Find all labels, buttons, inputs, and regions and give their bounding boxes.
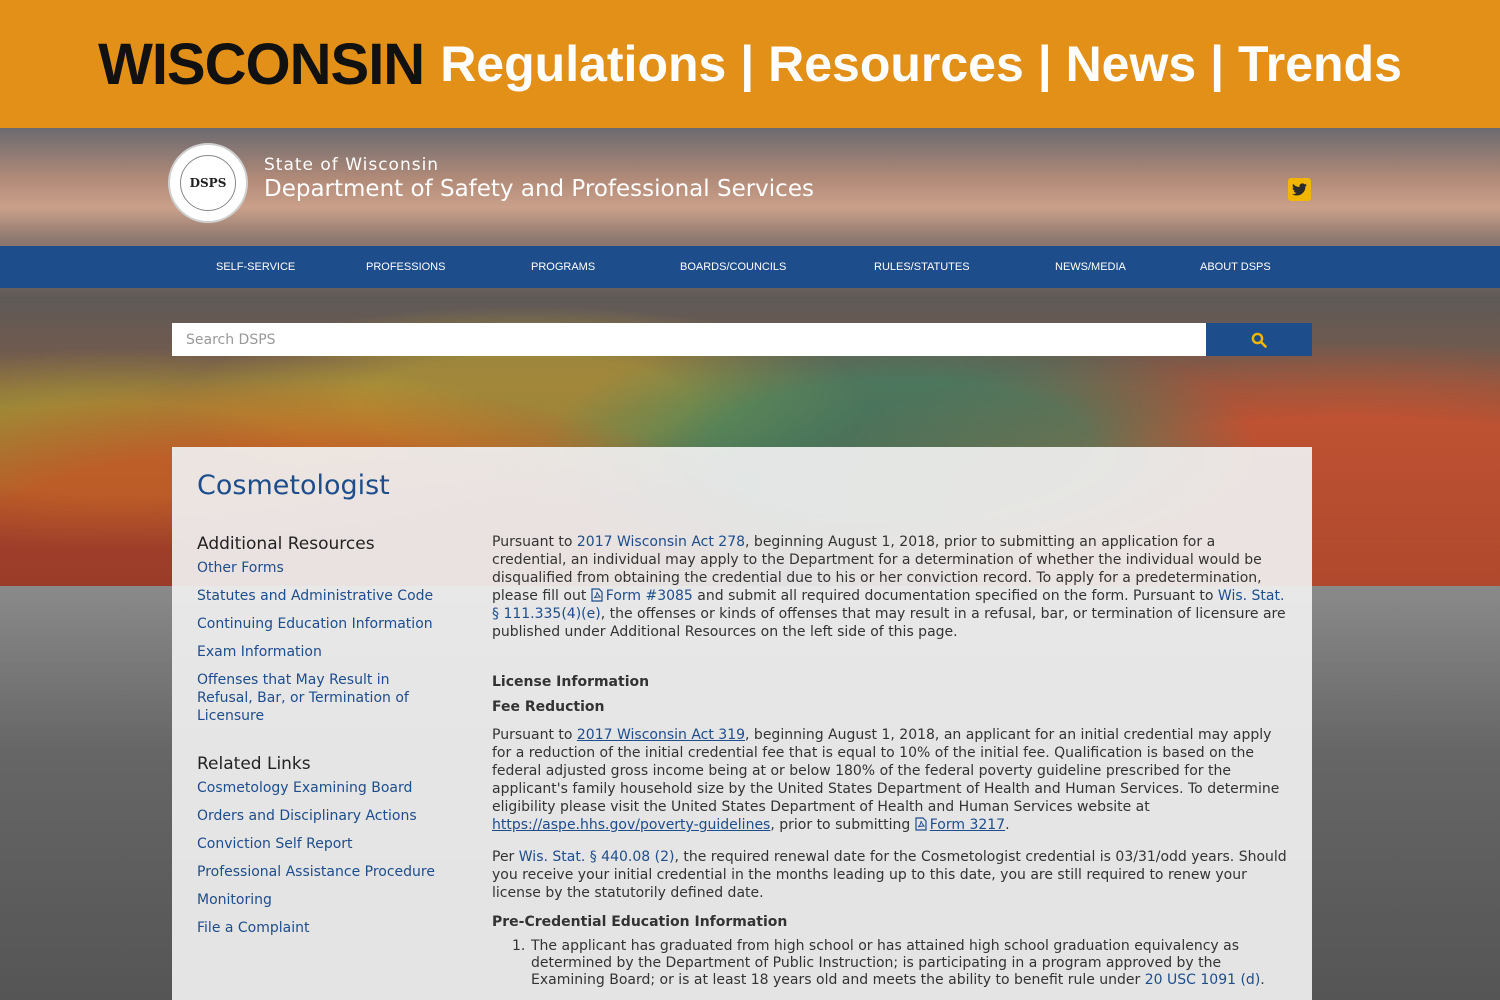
sidebar-link-orders-disciplinary[interactable]: Orders and Disciplinary Actions [197, 807, 447, 825]
fee-reduction-paragraph: Pursuant to 2017 Wisconsin Act 319, begi… [492, 726, 1287, 834]
pdf-icon [915, 817, 927, 831]
link-act-319[interactable]: 2017 Wisconsin Act 319 [577, 727, 745, 743]
sidebar-link-file-complaint[interactable]: File a Complaint [197, 919, 447, 937]
additional-resources-heading: Additional Resources [197, 534, 375, 554]
link-form-3085[interactable]: Form #3085 [606, 588, 693, 604]
nav-about-dsps[interactable]: ABOUT DSPS [1200, 246, 1271, 288]
license-information-heading: License Information [492, 674, 650, 690]
dsps-seal-logo[interactable]: DSPS [168, 143, 248, 223]
banner-state: WISCONSIN [98, 31, 425, 97]
link-form-3217[interactable]: Form 3217 [930, 817, 1005, 833]
sidebar-link-offenses[interactable]: Offenses that May Result in Refusal, Bar… [197, 671, 427, 725]
list-item-number: 1. [512, 938, 526, 954]
link-wis-stat-440[interactable]: Wis. Stat. § 440.08 (2) [519, 849, 675, 865]
link-act-278[interactable]: 2017 Wisconsin Act 278 [577, 534, 745, 550]
intro-paragraph: Pursuant to 2017 Wisconsin Act 278, begi… [492, 533, 1287, 641]
sidebar-link-monitoring[interactable]: Monitoring [197, 891, 447, 909]
sidebar-link-professional-assistance[interactable]: Professional Assistance Procedure [197, 863, 447, 881]
search-input[interactable] [172, 323, 1206, 356]
twitter-bird-icon [1292, 183, 1307, 196]
pre-credential-list: 1. The applicant has graduated from high… [512, 938, 1287, 989]
intro-text-4: , the offenses or kinds of offenses that… [492, 606, 1286, 640]
sidebar-link-exam-information[interactable]: Exam Information [197, 643, 447, 661]
nav-rules-statutes[interactable]: RULES/STATUTES [874, 246, 970, 288]
nav-boards-councils[interactable]: BOARDS/COUNCILS [680, 246, 786, 288]
list-item-text: The applicant has graduated from high sc… [531, 938, 1240, 988]
fee-text-1: Pursuant to [492, 727, 577, 743]
intro-text-1: Pursuant to [492, 534, 577, 550]
nav-professions[interactable]: PROFESSIONS [366, 246, 445, 288]
search-button[interactable] [1206, 323, 1312, 356]
link-20-usc-1091[interactable]: 20 USC 1091 (d) [1145, 972, 1261, 988]
renewal-text-1: Per [492, 849, 519, 865]
pdf-icon [591, 588, 603, 602]
nav-programs[interactable]: PROGRAMS [531, 246, 595, 288]
fee-text-4: . [1005, 817, 1010, 833]
logo-text: DSPS [180, 155, 236, 211]
sidebar-link-statutes[interactable]: Statutes and Administrative Code [197, 587, 447, 605]
nav-news-media[interactable]: NEWS/MEDIA [1055, 246, 1126, 288]
search-icon [1251, 332, 1267, 348]
nav-self-service[interactable]: SELF-SERVICE [216, 246, 295, 288]
page-title: Cosmetologist [197, 470, 390, 501]
main-nav: SELF-SERVICE PROFESSIONS PROGRAMS BOARDS… [0, 246, 1500, 288]
state-name: State of Wisconsin [264, 155, 440, 175]
renewal-paragraph: Per Wis. Stat. § 440.08 (2), the require… [492, 848, 1287, 902]
banner-tagline: Regulations | Resources | News | Trends [440, 36, 1402, 92]
fee-reduction-heading: Fee Reduction [492, 699, 605, 715]
list-item-end: . [1260, 972, 1265, 988]
sidebar-link-other-forms[interactable]: Other Forms [197, 559, 447, 577]
sidebar-link-continuing-education[interactable]: Continuing Education Information [197, 615, 447, 633]
sidebar-link-conviction-self-report[interactable]: Conviction Self Report [197, 835, 447, 853]
department-name[interactable]: Department of Safety and Professional Se… [264, 176, 814, 202]
related-links-heading: Related Links [197, 754, 311, 774]
sidebar-link-cosmetology-board[interactable]: Cosmetology Examining Board [197, 779, 447, 797]
link-hhs-poverty-guidelines[interactable]: https://aspe.hhs.gov/poverty-guidelines [492, 817, 770, 833]
list-item: 1. The applicant has graduated from high… [512, 938, 1287, 989]
pre-credential-heading: Pre-Credential Education Information [492, 914, 788, 930]
twitter-icon[interactable] [1288, 178, 1311, 201]
intro-text-3: and submit all required documentation sp… [692, 588, 1218, 604]
fee-text-3: , prior to submitting [770, 817, 915, 833]
top-banner: WISCONSIN Regulations | Resources | News… [0, 0, 1500, 128]
